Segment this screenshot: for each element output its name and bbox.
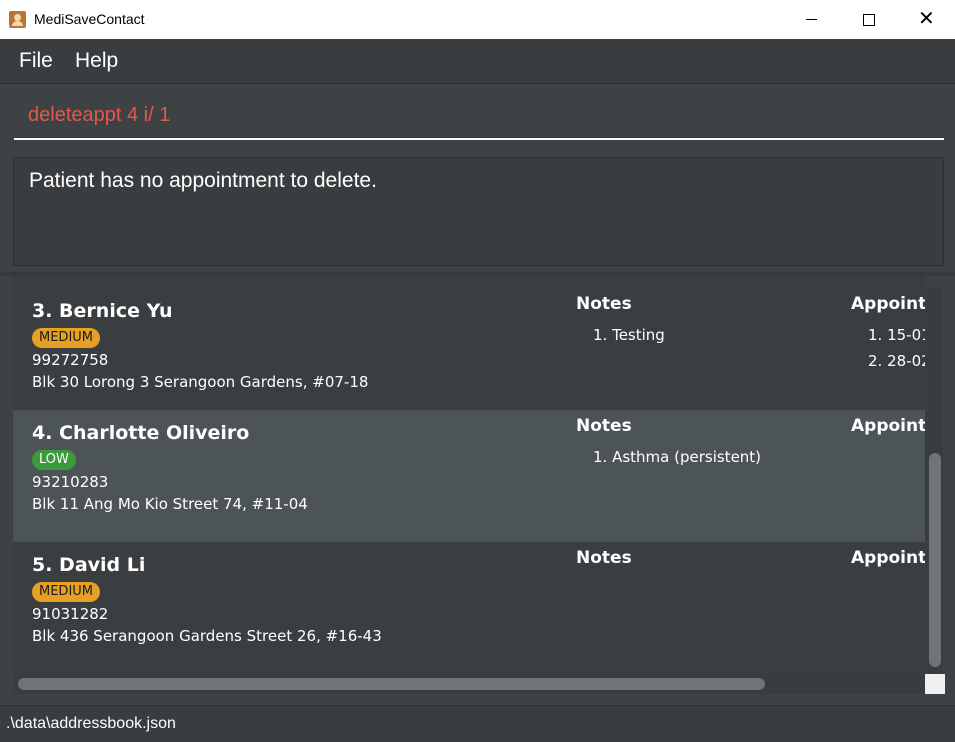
result-display: Patient has no appointment to delete. <box>13 157 944 266</box>
minimize-button[interactable] <box>782 0 840 39</box>
notes-heading: Notes <box>576 548 632 568</box>
patient-name: 3. Bernice Yu <box>32 300 173 322</box>
patient-phone: 99272758 <box>32 351 109 369</box>
patient-card[interactable]: 5. David Li MEDIUM 91031282 Blk 436 Sera… <box>13 542 925 674</box>
maximize-icon <box>863 14 875 26</box>
vertical-scrollbar-thumb[interactable] <box>929 453 941 667</box>
patient-card[interactable]: 3. Bernice Yu MEDIUM 99272758 Blk 30 Lor… <box>13 288 925 420</box>
title-bar: MediSaveContact ✕ <box>0 0 955 39</box>
window-title: MediSaveContact <box>34 11 145 27</box>
minimize-icon <box>806 19 817 20</box>
command-input[interactable] <box>14 92 944 140</box>
menu-file[interactable]: File <box>19 49 53 73</box>
priority-badge: MEDIUM <box>32 582 101 602</box>
appointments-heading: Appointments <box>851 416 925 436</box>
patient-name: 4. Charlotte Oliveiro <box>32 422 250 444</box>
patient-card-selected[interactable]: 4. Charlotte Oliveiro LOW 93210283 Blk 1… <box>13 410 925 542</box>
patient-address: Blk 30 Lorong 3 Serangoon Gardens, #07-1… <box>32 373 369 391</box>
patient-name: 5. David Li <box>32 554 146 576</box>
notes-heading: Notes <box>576 416 632 436</box>
horizontal-scrollbar-thumb[interactable] <box>18 678 765 690</box>
appointments-heading: Appointments <box>851 548 925 568</box>
status-bar: .\data\addressbook.json <box>0 705 955 742</box>
menu-bar: File Help <box>0 39 955 84</box>
note-item: 1. Testing <box>593 326 665 344</box>
patient-address: Blk 436 Serangoon Gardens Street 26, #16… <box>32 627 382 645</box>
appointment-item: 1. 15-01 <box>868 326 925 344</box>
data-file-path: .\data\addressbook.json <box>6 715 176 732</box>
result-message: Patient has no appointment to delete. <box>29 169 377 192</box>
app-contact-icon <box>9 11 26 28</box>
notes-heading: Notes <box>576 294 632 314</box>
note-item: 1. Asthma (persistent) <box>593 448 762 466</box>
menu-help[interactable]: Help <box>75 49 118 73</box>
patient-phone: 91031282 <box>32 605 109 623</box>
close-button[interactable]: ✕ <box>898 0 955 39</box>
close-icon: ✕ <box>918 6 935 30</box>
patient-list[interactable]: 3. Bernice Yu MEDIUM 99272758 Blk 30 Lor… <box>13 276 925 674</box>
appointment-item: 2. 28-02 <box>868 352 925 370</box>
priority-badge: MEDIUM <box>32 328 101 348</box>
patient-address: Blk 11 Ang Mo Kio Street 74, #11-04 <box>32 495 308 513</box>
maximize-button[interactable] <box>840 0 898 39</box>
patient-phone: 93210283 <box>32 473 109 491</box>
priority-badge: LOW <box>32 450 76 470</box>
scrollbar-corner <box>925 674 945 694</box>
appointments-heading: Appointments <box>851 294 925 314</box>
